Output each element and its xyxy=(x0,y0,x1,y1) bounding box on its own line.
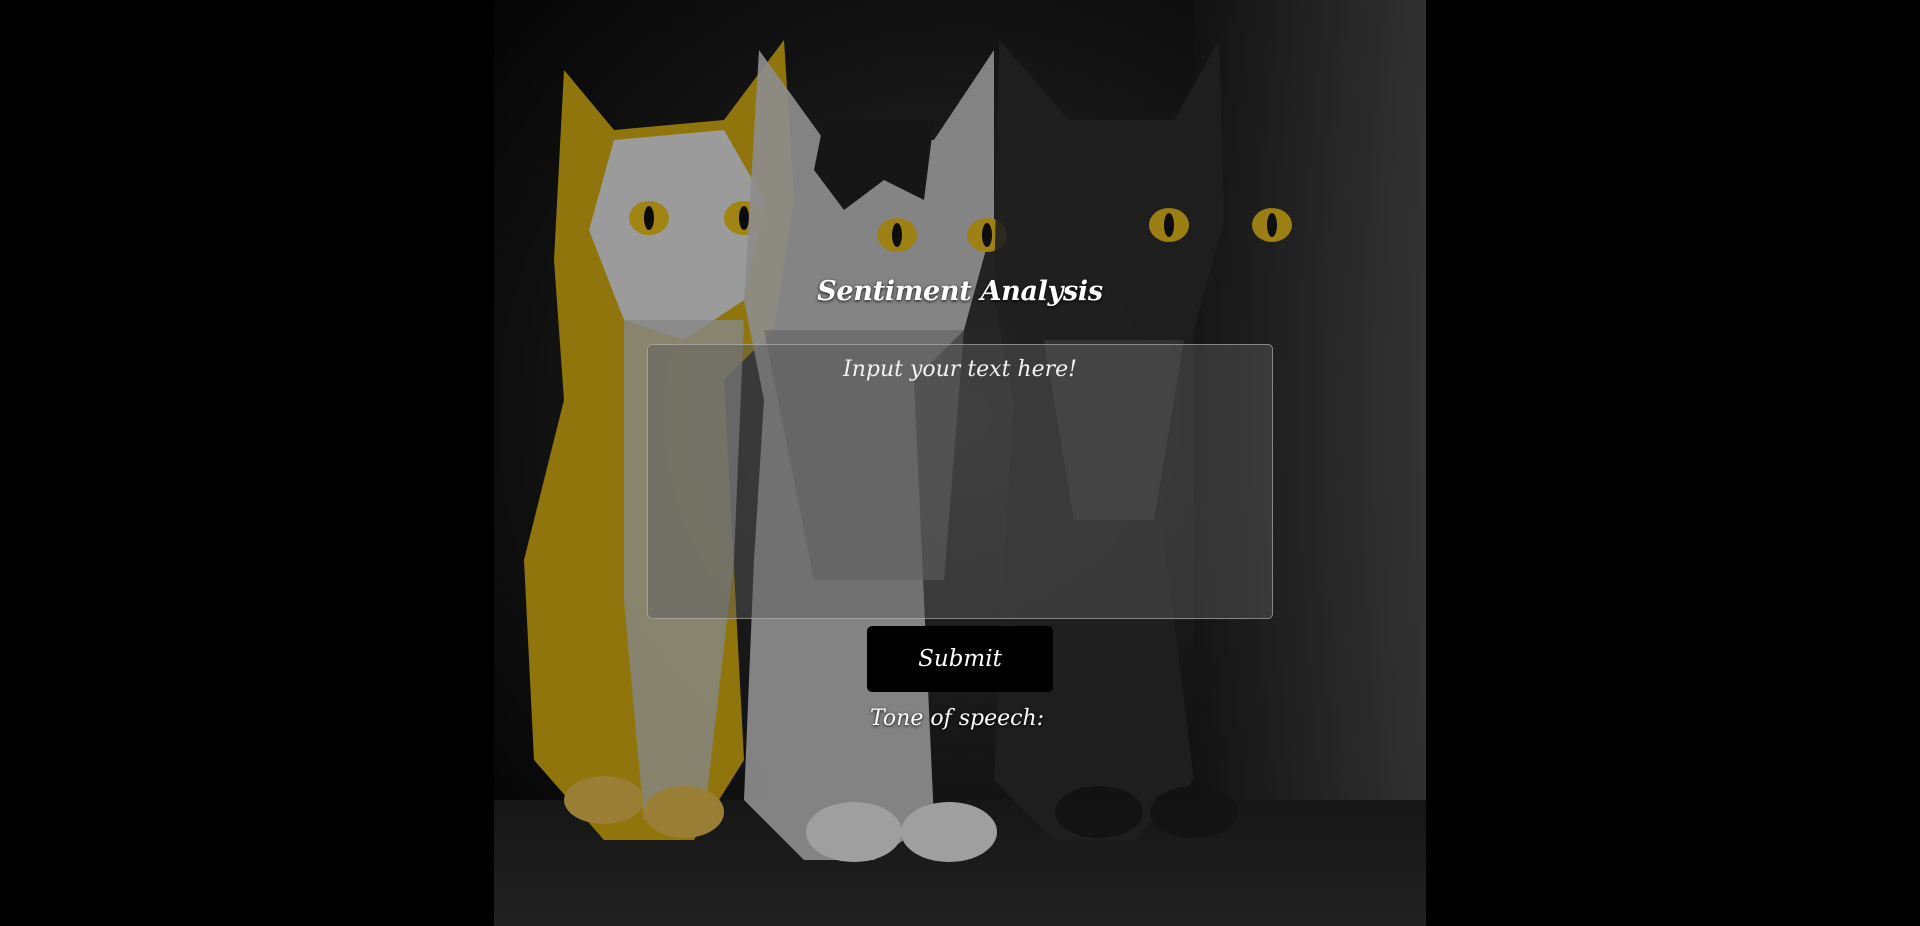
page-title: Sentiment Analysis xyxy=(817,276,1103,307)
page-background: Sentiment Analysis Submit Tone of speech… xyxy=(0,0,1920,926)
text-input[interactable] xyxy=(647,344,1273,619)
tone-label: Tone of speech: xyxy=(869,706,1045,731)
tone-result: Tone of speech: xyxy=(0,706,1920,731)
submit-button[interactable]: Submit xyxy=(867,626,1053,692)
